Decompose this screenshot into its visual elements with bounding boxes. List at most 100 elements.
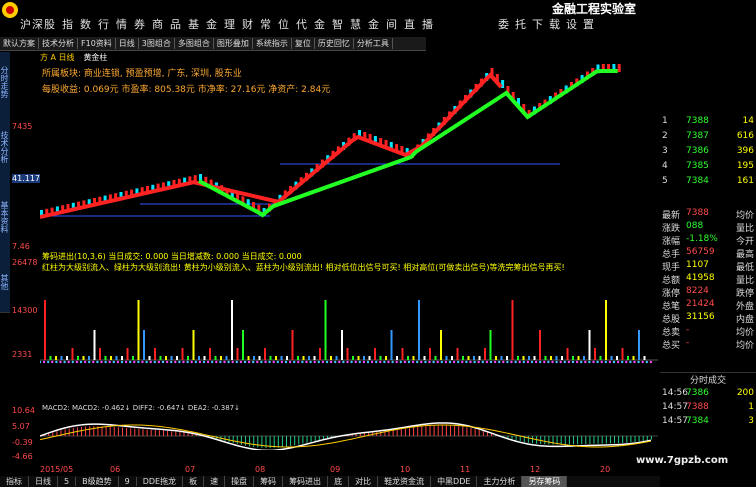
menu-item[interactable]: 金 xyxy=(206,16,218,32)
menu-item[interactable]: 慧 xyxy=(350,16,362,32)
chip-bar xyxy=(143,330,145,360)
chip-dot xyxy=(329,360,333,364)
menu-item[interactable]: 情 xyxy=(116,16,128,32)
menu-item[interactable]: 常 xyxy=(260,16,272,32)
trade-volume: 3 xyxy=(748,416,754,426)
bottom-tab[interactable]: 日线 xyxy=(29,476,58,487)
bottom-tab[interactable]: 中黑DDE xyxy=(431,476,478,487)
toolbar-button[interactable]: 系统指示 xyxy=(253,38,292,49)
macd-bar xyxy=(462,426,464,436)
menu-item[interactable]: 财 xyxy=(242,16,254,32)
bottom-tab[interactable]: 主力分析 xyxy=(477,476,523,487)
chip-dot xyxy=(612,360,616,364)
toolbar-button[interactable]: F10资料 xyxy=(78,38,116,49)
stock-name: 黄金柱 xyxy=(83,53,108,62)
right-menu-item[interactable]: 托 xyxy=(515,16,526,32)
chip-bar xyxy=(55,356,57,360)
menu-item[interactable]: 基 xyxy=(188,16,200,32)
quote-row: 总买 - 均价 xyxy=(660,338,756,351)
menu-item[interactable]: 播 xyxy=(422,16,434,32)
menu-item[interactable]: 品 xyxy=(170,16,182,32)
right-menu-item[interactable]: 载 xyxy=(549,16,560,32)
menu-item[interactable]: 位 xyxy=(278,16,290,32)
chip-dot xyxy=(506,360,509,364)
chip-dot xyxy=(645,360,648,364)
menu-item[interactable]: 数 xyxy=(80,16,92,32)
watermark: www.7gpzb.com xyxy=(636,455,729,466)
menu-item[interactable]: 金 xyxy=(368,16,380,32)
toolbar-button[interactable]: 复位 xyxy=(292,38,315,49)
macd-bar xyxy=(142,429,144,436)
macd-bar xyxy=(425,426,427,436)
chip-dot xyxy=(96,360,99,364)
chip-bar xyxy=(280,356,283,360)
toolbar-button[interactable]: 分析工具 xyxy=(354,38,393,49)
toolbar-button[interactable]: 历史回忆 xyxy=(315,38,354,49)
quote-extra: 最低 xyxy=(735,263,754,273)
toolbar-button[interactable]: 3图组合 xyxy=(139,38,175,49)
menu-item[interactable]: 间 xyxy=(386,16,398,32)
chip-dot xyxy=(518,360,521,364)
right-menu-item[interactable]: 置 xyxy=(583,16,594,32)
bottom-tab[interactable]: 板 xyxy=(183,476,205,487)
bottom-tab[interactable]: 指标 xyxy=(0,476,29,487)
tab-other[interactable]: 其他 xyxy=(0,252,10,313)
candlestick-chart[interactable]: 所属板块: 商业连锁, 预盈预增, 广东, 深圳, 股东业 每股收益: 0.06… xyxy=(40,64,658,242)
tab-intraday[interactable]: 分时走势 xyxy=(0,52,10,113)
chip-dot xyxy=(448,360,452,364)
macd-bar xyxy=(392,430,394,436)
right-menu-item[interactable]: 委 xyxy=(498,16,509,32)
menu-item[interactable]: 沪深股 xyxy=(20,16,56,32)
macd-chart[interactable]: MACD2: MACD2: -0.462↓ DIFF2: -0.647↓ DEA… xyxy=(40,402,658,450)
bottom-tab[interactable]: 操盘 xyxy=(225,476,255,487)
chip-bar xyxy=(313,356,316,360)
macd-bar xyxy=(298,436,300,445)
quote-extra: 跌停 xyxy=(735,289,754,299)
menu-item[interactable]: 商 xyxy=(152,16,164,32)
eps-info: 每股收益: 0.069元 市盈率: 805.38元 市净率: 27.16元 净资… xyxy=(42,83,330,95)
chip-bar xyxy=(165,356,167,360)
right-menu-item[interactable]: 设 xyxy=(566,16,577,32)
chip-dot xyxy=(596,360,599,364)
macd-bar xyxy=(318,436,320,441)
toolbar-button[interactable]: 图形叠加 xyxy=(214,38,253,49)
bottom-tab[interactable]: 筹码进出 xyxy=(283,476,329,487)
macd-bar xyxy=(146,429,148,436)
quote-row: 最新 7388 均价 xyxy=(660,208,756,221)
menu-item[interactable]: 智 xyxy=(332,16,344,32)
bottom-tab[interactable]: 对比 xyxy=(349,476,379,487)
macd-bar xyxy=(470,428,472,436)
toolbar-button[interactable]: 技术分析 xyxy=(39,38,78,49)
toolbar-button[interactable]: 日线 xyxy=(116,38,139,49)
macd-bar xyxy=(585,436,587,444)
chip-dot xyxy=(288,360,292,364)
menu-item[interactable]: 指 xyxy=(62,16,74,32)
chip-bar xyxy=(632,356,635,360)
menu-item[interactable]: 理 xyxy=(224,16,236,32)
bottom-tab[interactable]: 9 xyxy=(119,477,137,486)
bottom-tab[interactable]: 鞋龙资金流 xyxy=(378,476,432,487)
menu-item[interactable]: 直 xyxy=(404,16,416,32)
macd-bar xyxy=(109,426,111,436)
bottom-tab[interactable]: 另存筹码 xyxy=(522,476,568,487)
bottom-tab[interactable]: 速 xyxy=(204,476,226,487)
menu-item[interactable]: 金 xyxy=(314,16,326,32)
macd-bar xyxy=(466,427,468,436)
chip-flow-chart[interactable]: 筹码进出(10,3,6) 当日成交: 0.000 当日增减数: 0.000 当日… xyxy=(40,250,658,388)
tab-technical[interactable]: 技术分析 xyxy=(0,112,10,183)
macd-bar xyxy=(134,428,136,436)
toolbar-button[interactable]: 多图组合 xyxy=(175,38,214,49)
bottom-tab[interactable]: DDE拖龙 xyxy=(137,476,184,487)
chip-dot xyxy=(608,360,612,364)
bottom-tab[interactable]: 筹码 xyxy=(254,476,284,487)
right-menu-item[interactable]: 下 xyxy=(532,16,543,32)
menu-item[interactable]: 券 xyxy=(134,16,146,32)
bottom-tab[interactable]: 5 xyxy=(58,477,77,486)
tab-fundamental[interactable]: 基本资料 xyxy=(0,182,10,253)
sell-row: 4 7385 195 xyxy=(660,161,756,174)
menu-item[interactable]: 代 xyxy=(296,16,308,32)
toolbar-button[interactable]: 默认方案 xyxy=(0,38,39,49)
menu-item[interactable]: 行 xyxy=(98,16,110,32)
bottom-tab[interactable]: 底 xyxy=(328,476,350,487)
bottom-tab[interactable]: B级趋势 xyxy=(76,476,119,487)
